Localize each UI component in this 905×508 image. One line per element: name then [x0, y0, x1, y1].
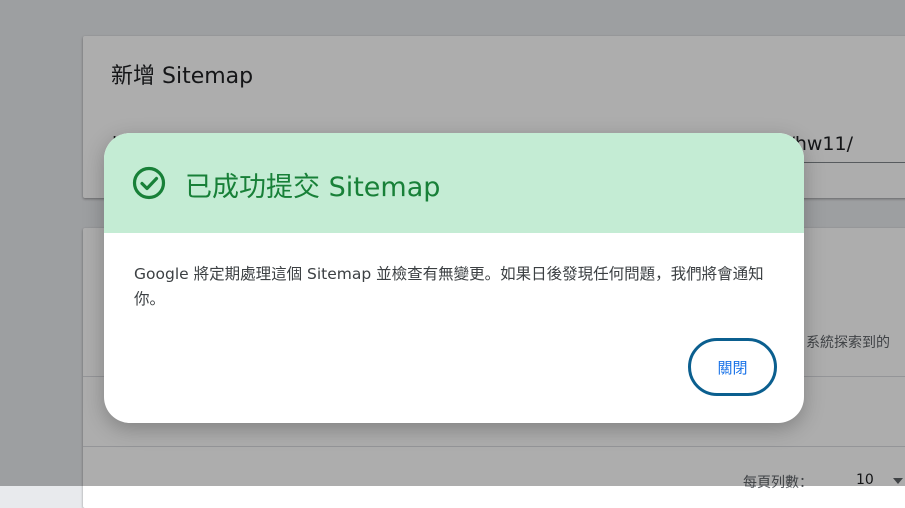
check-circle-icon	[132, 166, 166, 200]
dialog-message: Google 將定期處理這個 Sitemap 並檢查有無變更。如果日後發現任何問…	[134, 265, 764, 308]
success-dialog: 已成功提交 Sitemap Google 將定期處理這個 Sitemap 並檢查…	[104, 133, 804, 423]
dialog-header: 已成功提交 Sitemap	[104, 133, 804, 233]
dialog-title: 已成功提交 Sitemap	[185, 172, 441, 203]
close-button[interactable]: 關閉	[688, 338, 777, 396]
